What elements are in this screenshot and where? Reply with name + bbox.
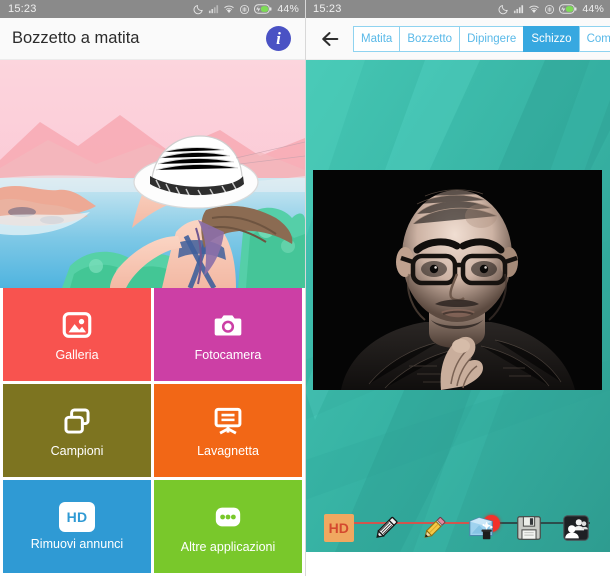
- save-button[interactable]: [512, 511, 546, 545]
- status-bar-icons: 44%: [193, 3, 299, 15]
- status-bar-left: 15:23 44%: [0, 0, 305, 18]
- tab-matita[interactable]: Matita: [353, 25, 400, 52]
- portrait-sketch-preview[interactable]: [313, 170, 602, 390]
- tile-label: Galleria: [55, 348, 99, 362]
- tile-fotocamera[interactable]: Fotocamera: [154, 288, 302, 381]
- left-screen: 15:23 44% Bozzetto a matita i Galleria F…: [0, 0, 305, 576]
- vibrate-icon: [240, 4, 250, 14]
- status-bar-clock: 15:23: [8, 3, 37, 15]
- hd-button[interactable]: HD: [322, 511, 356, 545]
- action-tiles-grid: Galleria Fotocamera Campioni Lavagnetta …: [0, 288, 305, 576]
- tile-lavagnetta[interactable]: Lavagnetta: [154, 384, 302, 477]
- back-arrow-icon[interactable]: [313, 22, 347, 56]
- right-screen: 15:23 44% Matita Bozzetto Dipingere Schi…: [305, 0, 610, 576]
- page-title: Bozzetto a matita: [12, 29, 140, 47]
- hero-illustration: [0, 60, 305, 288]
- pencil-button[interactable]: [417, 511, 451, 545]
- tile-label: Lavagnetta: [197, 444, 259, 458]
- filter-tab-bar: Matita Bozzetto Dipingere Schizzo Comic: [305, 18, 610, 60]
- wifi-icon: [529, 5, 540, 13]
- yellow-pencil-icon: [424, 516, 446, 538]
- easel-whiteboard-icon: [210, 403, 246, 439]
- magic-folder-icon: [469, 517, 494, 540]
- tab-schizzo[interactable]: Schizzo: [523, 25, 579, 52]
- hero-illustration-art: [0, 60, 305, 288]
- status-bar-clock: 15:23: [313, 3, 342, 15]
- effects-button[interactable]: [464, 511, 498, 545]
- editor-toolbar: HD: [305, 506, 610, 550]
- pencil-eraser-icon: [376, 516, 398, 538]
- editor-canvas-area: HD: [305, 60, 610, 552]
- battery-charging-icon: [254, 4, 272, 14]
- status-bar-right: 15:23 44%: [305, 0, 610, 18]
- eraser-button[interactable]: [369, 511, 403, 545]
- tile-galleria[interactable]: Galleria: [3, 288, 151, 381]
- status-bar-icons: 44%: [498, 3, 604, 15]
- battery-percent-label: 44%: [582, 3, 604, 15]
- vibrate-icon: [545, 4, 555, 14]
- tab-bozzetto[interactable]: Bozzetto: [399, 25, 460, 52]
- portrait-sketch-art: [313, 170, 602, 390]
- do-not-disturb-moon-icon: [498, 4, 509, 14]
- app-bar: Bozzetto a matita i: [0, 18, 305, 60]
- tile-altre-applicazioni[interactable]: Altre applicazioni: [154, 480, 302, 573]
- tab-dipingere[interactable]: Dipingere: [459, 25, 524, 52]
- tile-campioni[interactable]: Campioni: [3, 384, 151, 477]
- tabs-group: Matita Bozzetto Dipingere Schizzo Comic: [353, 25, 610, 52]
- signal-bars-icon: [514, 5, 524, 14]
- tile-rimuovi-annunci[interactable]: HD Rimuovi annunci: [3, 480, 151, 573]
- signal-bars-icon: [209, 5, 219, 14]
- layers-copy-icon: [59, 403, 95, 439]
- do-not-disturb-moon-icon: [193, 4, 204, 14]
- share-people-icon: [563, 515, 589, 541]
- screen-divider: [305, 0, 306, 576]
- info-circle-icon[interactable]: i: [266, 26, 291, 51]
- tab-comic[interactable]: Comic: [578, 25, 610, 52]
- more-dots-icon: [210, 499, 246, 535]
- tile-label: Altre applicazioni: [180, 540, 276, 554]
- wifi-icon: [224, 5, 235, 13]
- tile-label: Fotocamera: [194, 348, 262, 362]
- battery-percent-label: 44%: [277, 3, 299, 15]
- battery-charging-icon: [559, 4, 577, 14]
- gallery-photo-icon: [59, 307, 95, 343]
- share-button[interactable]: [559, 511, 593, 545]
- floppy-disk-icon: [516, 516, 541, 540]
- camera-icon: [210, 307, 246, 343]
- hd-badge-icon: HD: [59, 502, 95, 532]
- tile-label: Campioni: [50, 444, 104, 458]
- hd-badge-icon: HD: [323, 514, 354, 542]
- tile-label: Rimuovi annunci: [30, 537, 124, 551]
